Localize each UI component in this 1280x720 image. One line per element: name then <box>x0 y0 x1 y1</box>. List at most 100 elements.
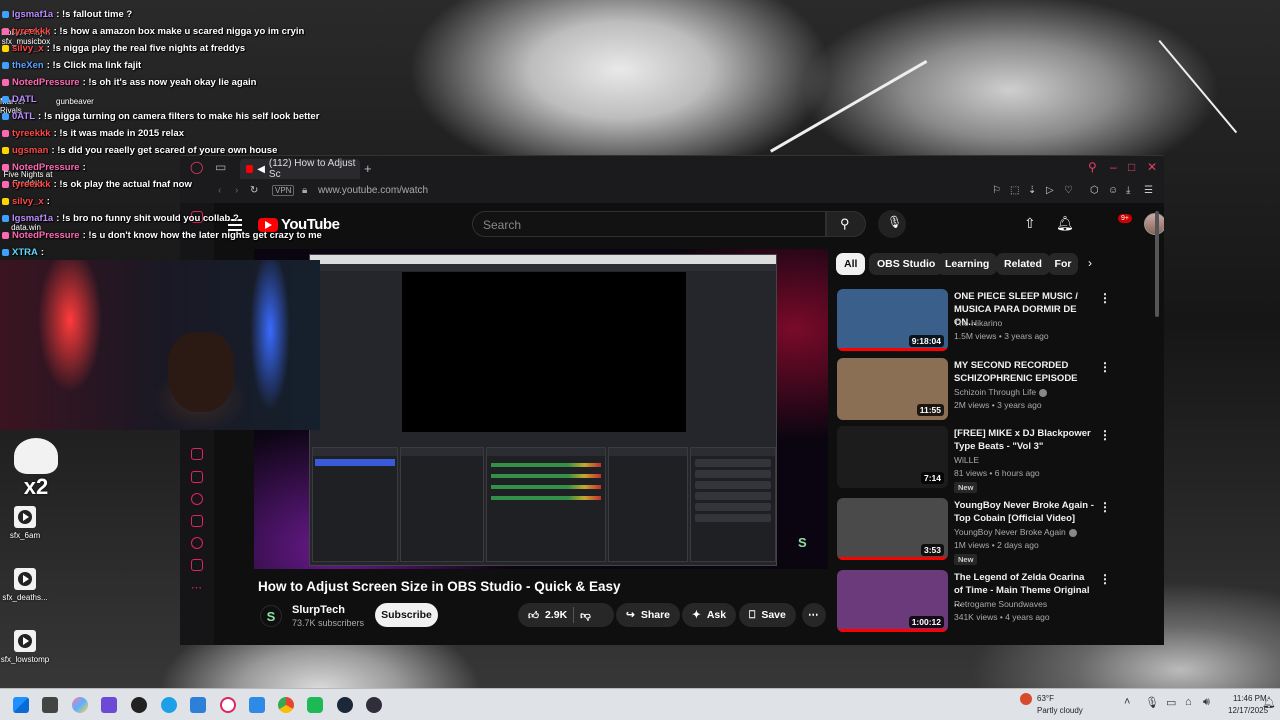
video-thumbnail[interactable]: 7:14 <box>837 426 948 488</box>
sidebar-history-icon[interactable] <box>191 493 203 505</box>
heart-icon[interactable]: ♡ <box>1064 185 1073 196</box>
more-vertical-icon[interactable]: ⋮ <box>1099 291 1111 305</box>
snapshot-icon[interactable]: ⬚ <box>1010 185 1019 196</box>
recommended-video-title[interactable]: MY SECOND RECORDED SCHIZOPHRENIC EPISODE <box>954 359 1094 385</box>
channel-avatar[interactable]: S <box>260 605 282 627</box>
recommended-video[interactable]: 7:14 [FREE] MIKE x DJ Blackpower Type Bea… <box>837 426 1147 493</box>
search-input[interactable]: Search <box>472 211 826 237</box>
recommended-channel[interactable]: YoungBoy Never Broke Again <box>954 527 1077 537</box>
reload-icon[interactable]: ↻ <box>250 185 258 196</box>
chevron-up-icon[interactable]: ˄ <box>1124 696 1130 708</box>
video-thumbnail[interactable]: 9:18:04 <box>837 289 948 351</box>
chrome-icon[interactable] <box>278 697 294 713</box>
more-vertical-icon[interactable]: ⋮ <box>1099 428 1111 442</box>
maximize-icon[interactable]: □ <box>1128 160 1135 174</box>
browser-tab[interactable]: ◀ (112) How to Adjust Sc <box>240 158 360 180</box>
weather-temp[interactable]: 63°F <box>1037 694 1054 703</box>
easy-setup-icon[interactable]: ☰ <box>1144 185 1153 196</box>
download-page-icon[interactable]: ⇣ <box>1028 185 1036 196</box>
steam-icon[interactable] <box>337 697 353 713</box>
microphone-tray-icon[interactable]: 🎙︎ <box>1145 696 1159 709</box>
desktop-icon-sfxlowstomp[interactable]: sfx_lowstomp <box>0 630 57 664</box>
bookmark-icon[interactable]: ⚐ <box>992 185 1001 196</box>
copilot-icon[interactable] <box>72 697 88 713</box>
video-player[interactable]: S <box>254 249 828 569</box>
edge-icon[interactable] <box>161 697 177 713</box>
teams-icon[interactable] <box>101 697 117 713</box>
app-icon[interactable] <box>307 697 323 713</box>
task-view-icon[interactable] <box>42 697 58 713</box>
recommended-video[interactable]: 11:55 MY SECOND RECORDED SCHIZOPHRENIC EP… <box>837 358 1147 420</box>
voice-search-button[interactable]: 🎙︎ <box>878 210 906 238</box>
recommended-video[interactable]: 1:00:12 The Legend of Zelda Ocarina of Ti… <box>837 570 1147 632</box>
forward-icon[interactable]: › <box>235 185 238 196</box>
desktop-icon-gunbeaver[interactable]: gunbeaver <box>56 97 116 106</box>
share-button[interactable]: ↪ Share <box>616 603 680 627</box>
tab-list-icon[interactable]: ▭ <box>215 160 226 174</box>
minimize-icon[interactable]: – <box>1110 160 1117 174</box>
bell-icon[interactable]: 🔔︎ <box>1056 215 1074 232</box>
sidebar-gx-icon[interactable] <box>191 559 203 571</box>
sidebar-bookmark-icon[interactable] <box>191 471 203 483</box>
video-thumbnail[interactable]: 1:00:12 <box>837 570 948 632</box>
account-avatar[interactable] <box>1144 213 1164 235</box>
downloads-icon[interactable]: ⤓ <box>1126 185 1130 196</box>
upload-icon[interactable]: ⇧ <box>1024 215 1036 232</box>
ask-button[interactable]: ✦ Ask <box>682 603 737 627</box>
scrollbar[interactable] <box>1155 211 1159 317</box>
video-thumbnail[interactable]: 3:53 <box>837 498 948 560</box>
display-icon[interactable]: ▭ <box>1166 696 1176 709</box>
recommended-channel[interactable]: WiLLE <box>954 455 979 465</box>
recommended-channel[interactable]: The Hikarino <box>954 318 1002 328</box>
more-actions-button[interactable]: ⋯ <box>802 603 826 627</box>
new-tab-icon[interactable]: + <box>364 161 372 176</box>
url-field[interactable]: www.youtube.com/watch <box>318 185 428 196</box>
notification-center-icon[interactable]: 🔔︎ <box>1262 696 1276 709</box>
search-button[interactable]: ⚲ <box>826 211 866 237</box>
dislike-icon[interactable]: 👎︎ <box>580 609 591 622</box>
desktop-icon-x2[interactable]: x2 <box>6 438 66 502</box>
save-button[interactable]: ⎕ Save <box>739 603 796 627</box>
chatgpt-icon[interactable] <box>131 697 147 713</box>
vpn-badge[interactable]: VPN <box>272 185 295 196</box>
subscribe-button[interactable]: Subscribe <box>375 603 438 627</box>
like-icon[interactable]: 👍︎ <box>528 609 539 622</box>
back-icon[interactable]: ‹ <box>218 185 221 196</box>
recommended-video[interactable]: 3:53 YoungBoy Never Broke Again - Top Cob… <box>837 498 1147 565</box>
opera-gx-icon[interactable] <box>220 697 236 713</box>
like-count[interactable]: 2.9K <box>545 609 567 621</box>
chip-related[interactable]: Related <box>996 253 1050 275</box>
more-vertical-icon[interactable]: ⋮ <box>1099 572 1111 586</box>
sidebar-extensions-icon[interactable] <box>191 515 203 527</box>
profile-icon[interactable]: ☺ <box>1108 185 1118 196</box>
network-icon[interactable]: ⌂ <box>1185 696 1192 708</box>
more-vertical-icon[interactable]: ⋮ <box>1099 500 1111 514</box>
desktop-icon-sfx6am[interactable]: sfx_6am <box>0 506 57 540</box>
chips-next-icon[interactable]: › <box>1088 256 1092 270</box>
recommended-video-title[interactable]: [FREE] MIKE x DJ Blackpower Type Beats -… <box>954 427 1094 453</box>
weather-desc[interactable]: Partly cloudy <box>1037 706 1083 715</box>
speaker-icon[interactable]: ◀ <box>257 164 265 175</box>
desktop-icon-sfxdeaths[interactable]: sfx_deaths... <box>0 568 57 602</box>
video-thumbnail[interactable]: 11:55 <box>837 358 948 420</box>
player-icon[interactable]: ▷ <box>1046 185 1054 196</box>
windows-start-icon[interactable] <box>13 697 29 713</box>
recommended-video[interactable]: 9:18:04 ONE PIECE SLEEP MUSIC / MUSICA PA… <box>837 289 1147 351</box>
chip-all[interactable]: All <box>836 253 866 275</box>
more-vertical-icon[interactable]: ⋮ <box>1099 360 1111 374</box>
sidebar-more-icon[interactable]: ⋯ <box>191 581 202 594</box>
notepad-icon[interactable] <box>249 697 265 713</box>
close-icon[interactable]: ✕ <box>1147 160 1157 174</box>
sidebar-pinboard-icon[interactable] <box>191 448 203 460</box>
chip-learning[interactable]: Learning <box>937 253 998 275</box>
extensions-icon[interactable]: ⬡ <box>1090 185 1099 196</box>
opera-icon[interactable]: ◯ <box>190 160 203 174</box>
obs-icon[interactable] <box>366 697 382 713</box>
lock-icon[interactable]: 🔒︎ <box>302 185 307 196</box>
weather-icon[interactable] <box>1020 693 1032 705</box>
store-icon[interactable] <box>190 697 206 713</box>
chip-for-you[interactable]: For <box>1048 253 1078 275</box>
recommended-channel[interactable]: Schizoin Through Life <box>954 387 1048 397</box>
channel-name[interactable]: SlurpTech <box>292 604 345 616</box>
chip-obs-studio[interactable]: OBS Studio <box>869 253 944 275</box>
